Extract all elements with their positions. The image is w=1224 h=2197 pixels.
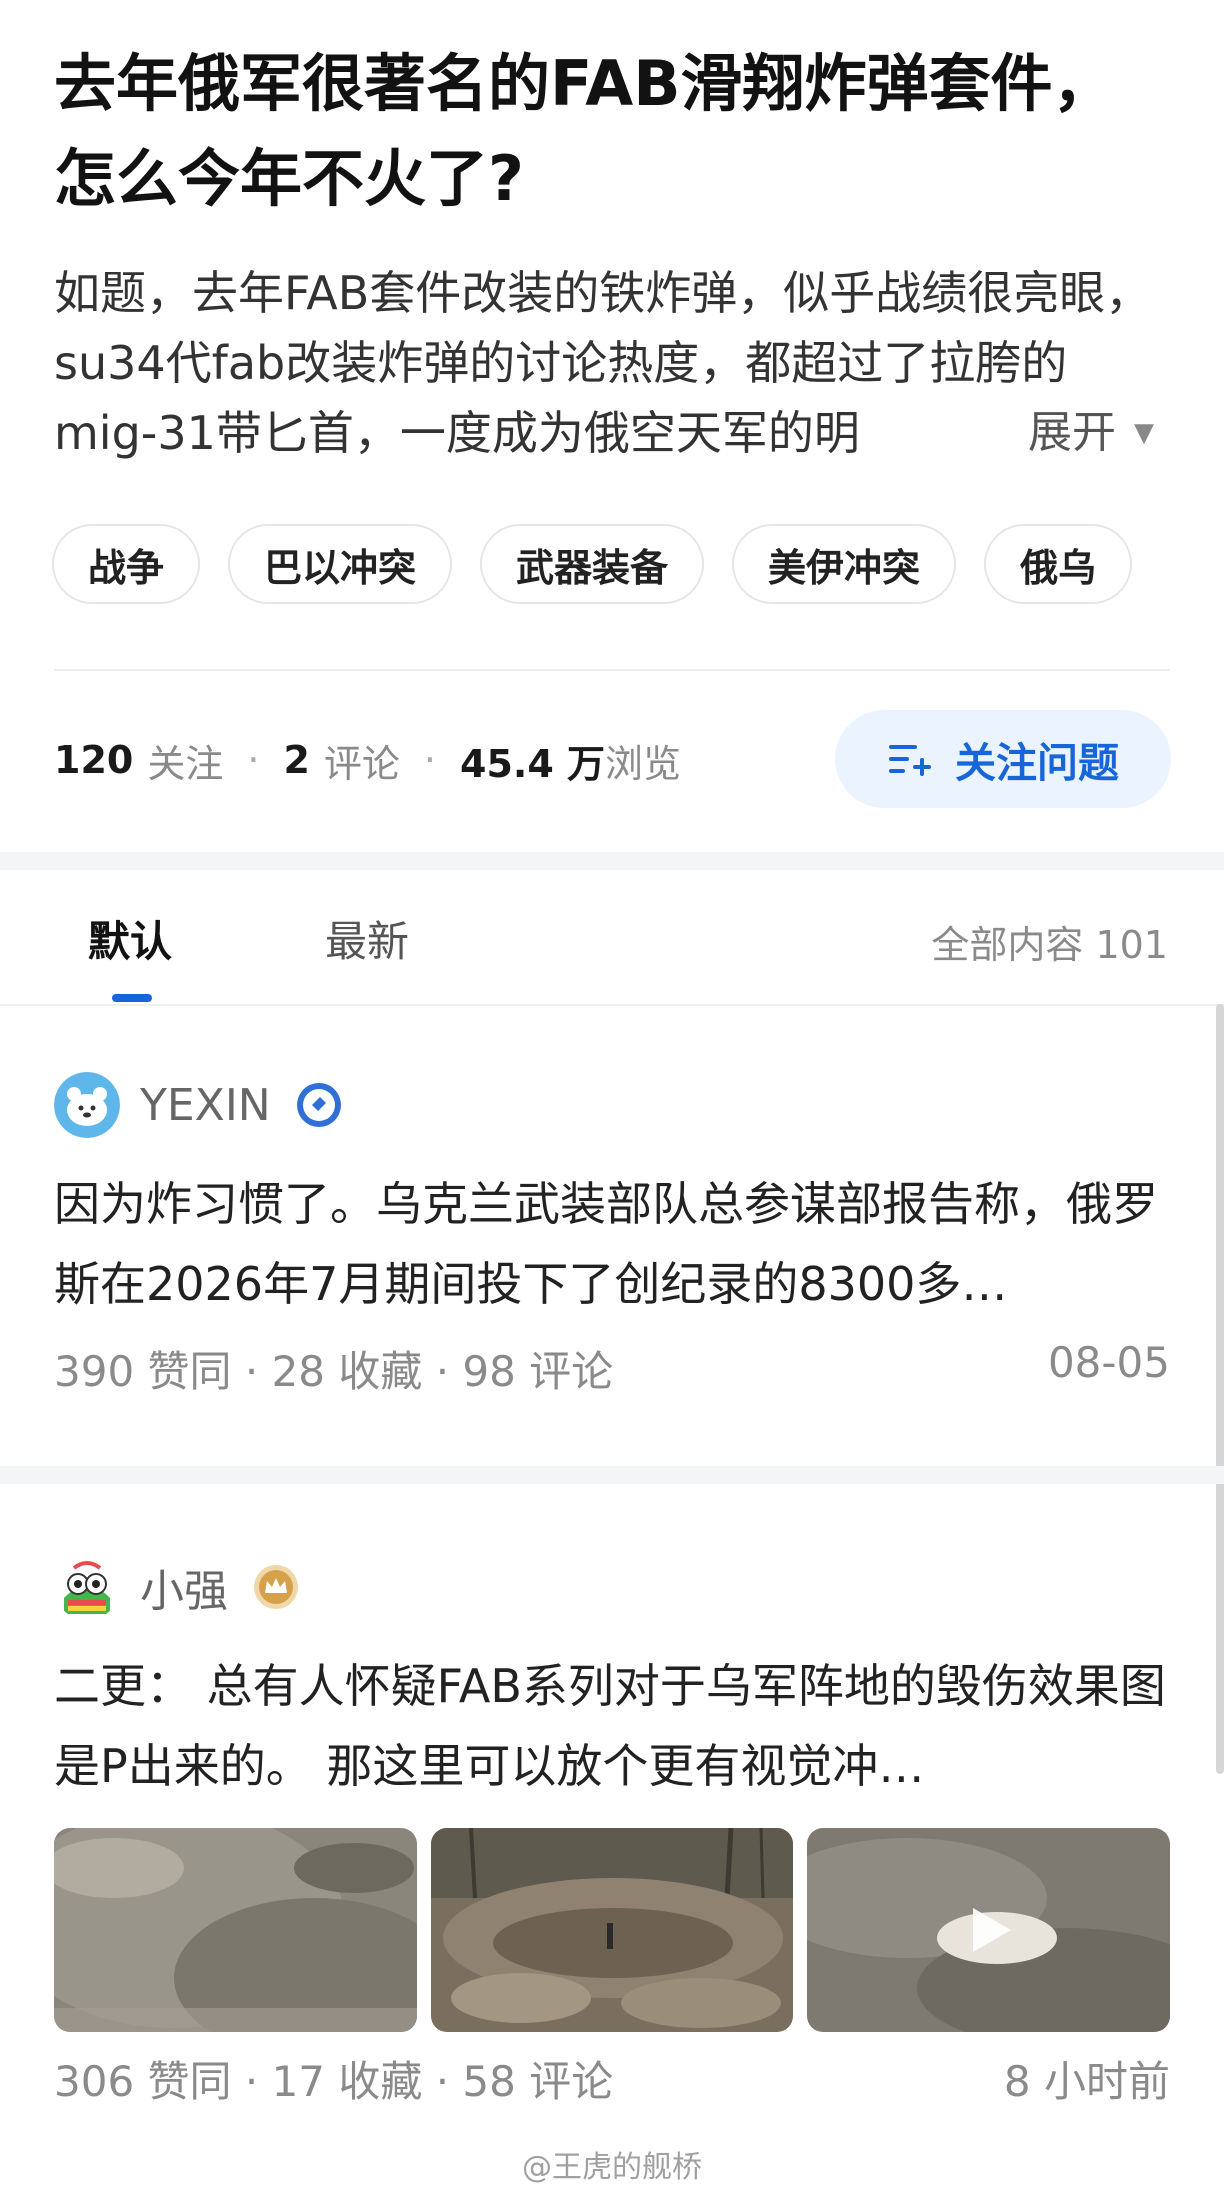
chevron-down-icon: ▼ (1134, 418, 1154, 448)
follow-question-button[interactable]: 关注问题 (835, 710, 1171, 808)
answer-excerpt[interactable]: 因为炸习惯了。乌克兰武装部队总参谋部报告称，俄罗斯在2026年7月期间投下了创纪… (54, 1164, 1170, 1324)
answer-stats: 390 赞同 · 28 收藏 · 98 评论 (54, 1347, 614, 1396)
view-count: 45.4 万 (460, 741, 605, 786)
divider (54, 669, 1170, 671)
question-stats: 120 关注 · 2 评论 · 45.4 万 浏览 (54, 730, 681, 790)
answer-card[interactable]: 小强 二更： 总有人怀疑FAB系列对于乌军阵地的毁伤效果图是P出来的。 那这里可… (54, 1552, 1171, 2109)
topic-tags: 战争 巴以冲突 武器装备 美伊冲突 俄乌 (52, 524, 1133, 604)
comment-count-label: 评论 (323, 741, 400, 786)
tag-chip[interactable]: 俄乌 (984, 524, 1133, 604)
answer-image[interactable] (54, 1828, 417, 2032)
question-description[interactable]: 如题，去年FAB套件改装的铁炸弹，似乎战绩很亮眼，su34代fab改装炸弹的讨论… (54, 258, 1154, 468)
question-title: 去年俄军很著名的FAB滑翔炸弹套件，怎么今年不火了? (54, 47, 1115, 215)
answer-video-thumbnail[interactable] (807, 1828, 1171, 2032)
watermark: @王虎的舰桥 (522, 2150, 702, 2185)
divider (0, 1004, 1224, 1006)
section-separator (0, 1466, 1224, 1484)
answer-card[interactable]: YEXIN 因为炸习惯了。乌克兰武装部队总参谋部报告称，俄罗斯在2026年7月期… (54, 1070, 1170, 1399)
answer-excerpt[interactable]: 二更： 总有人怀疑FAB系列对于乌军阵地的毁伤效果图是P出来的。 那这里可以放个… (54, 1646, 1170, 1806)
answer-stats: 306 赞同 · 17 收藏 · 58 评论 (54, 2057, 614, 2106)
scrollbar[interactable] (1216, 1004, 1224, 1774)
tag-chip[interactable]: 武器装备 (480, 524, 705, 604)
answer-time: 8 小时前 (1003, 2057, 1170, 2106)
crater-photo-image (430, 1828, 794, 2032)
comment-count: 2 (283, 738, 310, 782)
tag-chip[interactable]: 巴以冲突 (228, 524, 453, 604)
verified-badge-icon (296, 1083, 341, 1127)
answer-image[interactable] (430, 1828, 794, 2032)
avatar[interactable] (54, 1072, 120, 1138)
play-icon[interactable] (959, 1900, 1019, 1960)
answer-date: 08-05 (1047, 1338, 1170, 1387)
author-name[interactable]: 小强 (140, 1555, 228, 1619)
avatar[interactable] (54, 1554, 120, 1620)
follow-question-label: 关注问题 (955, 739, 1119, 787)
view-count-label: 浏览 (605, 741, 682, 786)
tab-default[interactable]: 默认 (88, 908, 172, 969)
crown-badge-icon (254, 1565, 298, 1609)
follow-count: 120 (54, 738, 134, 782)
tag-chip[interactable]: 战争 (52, 524, 201, 604)
section-separator (0, 852, 1224, 870)
follow-count-label: 关注 (147, 741, 224, 786)
follow-list-icon (889, 745, 931, 776)
cartoon-avatar-icon (54, 1554, 120, 1620)
tab-latest[interactable]: 最新 (325, 908, 409, 969)
separator: · (247, 738, 260, 782)
tag-chip[interactable]: 美伊冲突 (732, 524, 957, 604)
answer-author[interactable]: YEXIN (54, 1070, 1170, 1140)
total-content-count: 全部内容 101 (931, 923, 1168, 967)
active-tab-indicator (112, 994, 152, 1002)
expand-toggle[interactable]: 展开 ▼ (854, 398, 1154, 468)
answer-meta: 390 赞同 · 28 收藏 · 98 评论 08-05 (54, 1338, 1170, 1399)
bear-avatar-icon (54, 1072, 120, 1138)
answer-sort-tabs: 默认 最新 全部内容 101 (0, 870, 1224, 1006)
answer-images (54, 1828, 1171, 2032)
expand-label: 展开 (1028, 407, 1116, 458)
answer-meta: 306 赞同 · 17 收藏 · 58 评论 8 小时前 (54, 2048, 1170, 2109)
separator: · (423, 738, 436, 782)
answer-author[interactable]: 小强 (54, 1552, 1170, 1622)
author-name[interactable]: YEXIN (140, 1080, 271, 1131)
rock-photo-image (54, 1828, 417, 2032)
